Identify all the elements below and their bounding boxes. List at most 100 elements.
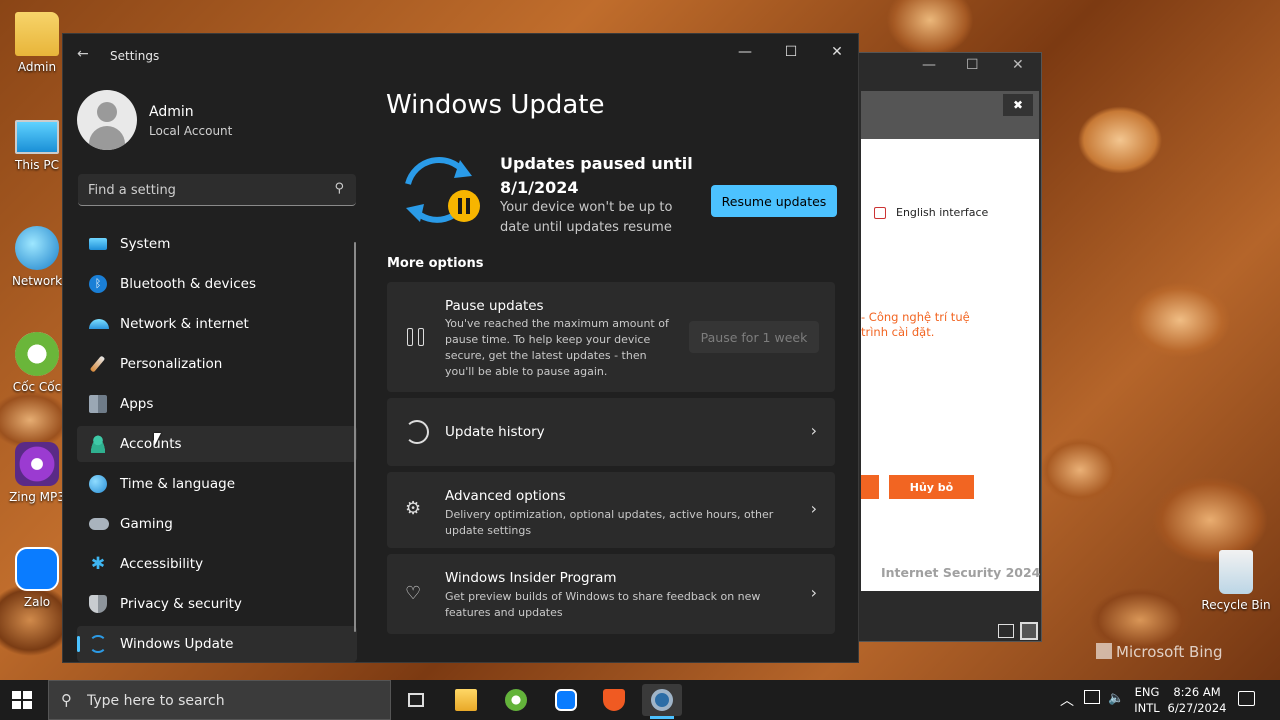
nav-item-time-language[interactable]: Time & language [77,466,357,502]
installer-product-name: Internet Security 2024 [881,565,1041,580]
zalo-icon [555,689,577,711]
list-view-icon[interactable] [998,624,1014,638]
chevron-right-icon: › [810,583,817,602]
gears-icon: ⚙ [405,498,422,519]
settings-nav: System ᛒ Bluetooth & devices Network & i… [77,226,357,666]
nav-label: Time & language [120,476,236,492]
nav-item-gaming[interactable]: Gaming [77,506,357,542]
minimize-button[interactable]: — [723,40,767,64]
brush-icon [89,355,106,373]
taskbar-zalo[interactable] [546,684,586,716]
installer-red-text-1: - Công nghệ trí tuệ [861,310,970,324]
maximize-button[interactable]: ☐ [769,40,813,64]
desktop-icon-label: Cốc Cốc [12,380,62,394]
apps-icon [89,395,107,413]
taskbar-file-explorer[interactable] [446,684,486,716]
taskbar: ⚲ ︿ 🔈 ENG INTL 8:26 AM 6/27/2024 [0,680,1280,720]
taskbar-search-box[interactable]: ⚲ [48,680,391,720]
update-status-description: Your device won't be up to date until up… [500,200,673,235]
windows-start-icon[interactable] [12,691,32,709]
network-status-icon[interactable] [1084,690,1100,704]
bing-logo-icon [1096,643,1112,659]
nav-item-accounts[interactable]: Accounts [77,426,357,462]
desktop-icon-label: Zalo [23,595,51,609]
pause-for-1-week-button[interactable]: Pause for 1 week [689,321,819,353]
clock[interactable]: 8:26 AM 6/27/2024 [1166,680,1228,720]
language-line-1: ENG [1134,685,1160,699]
nav-label: Accounts [120,436,182,452]
installer-ok-button[interactable] [861,475,879,499]
minimize-icon[interactable]: — [922,57,936,73]
back-arrow-icon[interactable]: ← [77,46,89,62]
desktop-icon-label: Admin [17,60,57,74]
installer-close-icon[interactable]: ✖ [1003,94,1033,116]
nav-item-network[interactable]: Network & internet [77,306,357,342]
nav-item-system[interactable]: System [77,226,357,262]
nav-item-privacy-security[interactable]: Privacy & security [77,586,357,622]
security-shield-icon [603,689,625,711]
installer-window[interactable]: — ☐ ✕ ✖ English interface - Công nghệ tr… [855,52,1042,642]
user-profile[interactable]: Admin Local Account [77,90,232,150]
nav-item-apps[interactable]: Apps [77,386,357,422]
settings-search-input[interactable] [88,180,318,200]
windows-update-page: Windows Update Updates paused until 8/1/… [386,90,841,634]
nav-label: Windows Update [120,636,234,652]
search-icon[interactable]: ⚲ [334,181,344,196]
settings-titlebar: ← Settings — ☐ ✕ [63,34,858,79]
settings-window[interactable]: ← Settings — ☐ ✕ Admin Local Account ⚲ S… [62,33,859,663]
installer-cancel-button[interactable]: Hủy bỏ [889,475,974,499]
english-interface-checkbox[interactable] [874,207,886,219]
nav-item-bluetooth[interactable]: ᛒ Bluetooth & devices [77,266,357,302]
maximize-icon[interactable]: ☐ [966,57,979,73]
clock-date: 6/27/2024 [1167,701,1227,715]
language-indicator[interactable]: ENG INTL [1132,680,1162,720]
close-button[interactable]: ✕ [815,40,859,64]
nav-scrollbar[interactable] [354,242,356,632]
windows-insider-card[interactable]: ♡ Windows Insider Program Get preview bu… [387,554,835,634]
nav-item-windows-update[interactable]: Windows Update [77,626,357,662]
resume-updates-button[interactable]: Resume updates [711,185,837,217]
chevron-right-icon: › [810,421,817,440]
insider-hearts-icon: ♡ [405,583,422,604]
close-icon[interactable]: ✕ [1012,57,1024,73]
taskbar-search-input[interactable] [87,691,377,711]
notification-center-icon[interactable] [1238,691,1255,706]
avatar [77,90,137,150]
page-title: Windows Update [386,90,605,120]
settings-search-box[interactable]: ⚲ [78,174,356,206]
update-status-title: Updates paused until 8/1/2024 [500,154,693,197]
update-history-card[interactable]: Update history › [387,398,835,466]
update-history-title: Update history [445,424,545,440]
network-globe-icon [15,226,59,270]
accessibility-icon: ✱ [90,554,106,574]
nav-label: Apps [120,396,154,412]
taskbar-coc-coc[interactable] [496,684,536,716]
person-icon [89,435,107,453]
pause-updates-title: Pause updates [445,298,544,314]
tile-view-icon[interactable] [1020,622,1038,640]
folder-icon [15,12,59,56]
coc-coc-icon [505,689,527,711]
desktop-icon-recycle-bin[interactable]: Recycle Bin [1200,550,1272,612]
show-hidden-icons-chevron-icon[interactable]: ︿ [1060,690,1074,720]
taskbar-settings[interactable] [642,684,682,719]
nav-label: Bluetooth & devices [120,276,257,292]
nav-label: Gaming [120,516,173,532]
advanced-options-card[interactable]: ⚙ Advanced options Delivery optimization… [387,472,835,548]
bing-watermark-text: Microsoft Bing [1116,643,1223,661]
recycle-bin-icon [1219,550,1253,594]
windows-insider-title: Windows Insider Program [445,570,617,586]
volume-muted-icon[interactable]: 🔈 [1108,691,1124,720]
nav-label: System [120,236,171,252]
nav-item-personalization[interactable]: Personalization [77,346,357,382]
gear-icon [651,689,673,711]
desktop-icon-label: Zing MP3 [9,490,65,504]
update-paused-sync-icon [405,157,480,223]
shield-icon [89,595,107,613]
nav-item-accessibility[interactable]: ✱ Accessibility [77,546,357,582]
globe-clock-icon [89,475,107,493]
clock-time: 8:26 AM [1173,685,1221,699]
zing-mp3-icon [15,442,59,486]
taskbar-security[interactable] [594,684,634,716]
task-view-button[interactable] [396,684,436,716]
